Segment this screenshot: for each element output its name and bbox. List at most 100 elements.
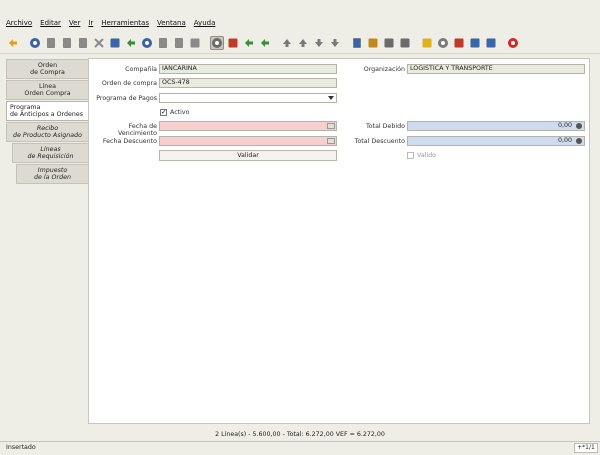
tab-2[interactable]: Programa de Anticipos a Ordenes [6, 101, 88, 121]
home-icon[interactable] [226, 36, 240, 50]
valid-label: Valido [417, 152, 437, 159]
tab-label-line: Orden Compra [24, 90, 71, 97]
copy-record-icon[interactable] [60, 36, 74, 50]
calculator-icon[interactable] [576, 138, 582, 144]
menu-mnemonic: Archivo [6, 19, 33, 27]
chat-icon[interactable] [172, 36, 186, 50]
organization-label: Organización [363, 66, 405, 73]
tab-label: Orden de Compra [30, 62, 65, 76]
menu-mnemonic: Editar [40, 19, 61, 27]
menu-mnemonic: Ventana [156, 19, 186, 27]
menu-ver[interactable]: Ver [69, 19, 80, 27]
active-checkbox[interactable] [160, 108, 167, 116]
due-amount-value: 0,00 [557, 122, 572, 129]
form-panel: Compañía IANCARINA Organización LOGISTIC… [88, 58, 590, 424]
tab-3[interactable]: Recibo de Producto Asignado [6, 122, 88, 142]
grid-toggle-icon[interactable] [188, 36, 202, 50]
tab-5[interactable]: Impuesto de la Orden [16, 164, 88, 184]
tab-label: Líneas de Requisición [28, 146, 74, 160]
first-record-icon[interactable] [280, 36, 294, 50]
forward-icon[interactable] [258, 36, 272, 50]
menu-herramientas[interactable]: Herramientas [101, 19, 149, 27]
discount-amount-value: 0,00 [557, 137, 572, 144]
tab-label-line: de Requisición [27, 153, 74, 160]
history-icon[interactable] [210, 35, 224, 50]
tab-label: Programa de Anticipos a Ordenes [10, 104, 83, 118]
menu-editar[interactable]: Editar [40, 19, 61, 27]
print-preview-icon[interactable] [382, 36, 396, 50]
attachment-icon[interactable] [156, 36, 170, 50]
record-indicator[interactable]: +*1/1 [574, 443, 598, 453]
due-date-label: Fecha de Vencimiento [118, 123, 157, 137]
tab-label-line: de la Orden [34, 174, 71, 181]
menu-archivo[interactable]: Archivo [6, 19, 32, 27]
summary-line: 2 Línea(s) - 5.600,00 - Total: 6.272,00 … [215, 431, 385, 438]
organization-field[interactable]: LOGISTICA Y TRANSPORTE [407, 64, 585, 74]
tab-label-line: Impuesto [37, 167, 68, 174]
menu-ayuda[interactable]: Ayuda [194, 19, 216, 27]
company-label: Compañía [125, 66, 157, 73]
tab-label-line: Línea [39, 83, 56, 90]
tab-label-line: de Compra [30, 69, 65, 76]
exit-icon[interactable] [506, 36, 520, 50]
payment-schedule-label: Programa de Pagos [96, 95, 157, 102]
find-icon[interactable] [140, 36, 154, 50]
tab-label: Impuesto de la Orden [34, 167, 71, 181]
tab-label-line: Líneas [40, 146, 61, 153]
menu-ventana[interactable]: Ventana [157, 19, 186, 27]
calculator-icon[interactable] [576, 123, 582, 129]
product-info-icon[interactable] [484, 36, 498, 50]
last-record-icon[interactable] [328, 36, 342, 50]
next-record-icon[interactable] [312, 36, 326, 50]
help-icon[interactable] [28, 36, 42, 50]
due-amount-field[interactable]: 0,00 [407, 121, 585, 131]
menubar: Archivo Editar Ver Ir Herramientas Ventana Ayu… [0, 16, 600, 30]
due-date-field[interactable] [159, 121, 337, 131]
tab-label: Recibo de Producto Asignado [13, 125, 82, 139]
zoom-across-icon[interactable] [436, 36, 450, 50]
purchase-order-field[interactable]: OCS-478 [159, 78, 337, 88]
company-field[interactable]: IANCARINA [159, 64, 337, 74]
discount-amount-field[interactable]: 0,00 [407, 136, 585, 146]
menu-mnemonic: Herramientas [101, 19, 149, 27]
tab-label-line: Recibo [36, 125, 59, 132]
report-icon[interactable] [350, 36, 364, 50]
tab-label-line: de Producto Asignado [13, 132, 82, 139]
process-icon[interactable] [468, 36, 482, 50]
tab-label: Línea Orden Compra [24, 83, 70, 97]
active-label: Activo [170, 109, 190, 116]
back-icon[interactable] [242, 36, 256, 50]
tab-0[interactable]: Orden de Compra [6, 59, 88, 79]
tab-label-line: de Anticipos a Ordenes [10, 111, 84, 118]
status-text: Insertado [6, 444, 36, 451]
tab-1[interactable]: Línea Orden Compra [6, 80, 88, 100]
refresh-icon[interactable] [124, 36, 138, 50]
menu-mnemonic: Ver [68, 19, 81, 27]
delete-record-icon[interactable] [76, 36, 90, 50]
purchase-order-label: Orden de compra [101, 80, 157, 87]
save-icon[interactable] [108, 36, 122, 50]
valid-checkbox[interactable] [407, 152, 414, 159]
tab-list: Orden de Compra Línea Orden Compra Programa d… [6, 59, 88, 185]
payment-schedule-dropdown[interactable] [159, 93, 337, 103]
print-icon[interactable] [398, 36, 412, 50]
window-titlebar [0, 0, 600, 16]
new-record-icon[interactable] [44, 36, 58, 50]
discount-date-field[interactable] [159, 136, 337, 146]
chevron-down-icon [328, 96, 334, 100]
undo-icon[interactable] [6, 36, 20, 50]
discount-date-label: Fecha Descuento [102, 138, 157, 145]
menu-ir[interactable]: Ir [88, 19, 93, 27]
due-amount-label: Total Debido [365, 123, 405, 130]
menu-mnemonic: Ayuda [193, 19, 216, 27]
workflow-icon[interactable] [452, 36, 466, 50]
archive-icon[interactable] [366, 36, 380, 50]
statusbar: Insertado +*1/1 [0, 441, 600, 453]
delete-selection-icon[interactable] [92, 36, 106, 50]
tab-4[interactable]: Líneas de Requisición [12, 143, 88, 163]
toolbar [0, 32, 600, 54]
tab-label-line: Orden [37, 62, 58, 69]
lock-icon[interactable] [420, 36, 434, 50]
previous-record-icon[interactable] [296, 36, 310, 50]
validate-button[interactable]: Validar [159, 150, 337, 161]
